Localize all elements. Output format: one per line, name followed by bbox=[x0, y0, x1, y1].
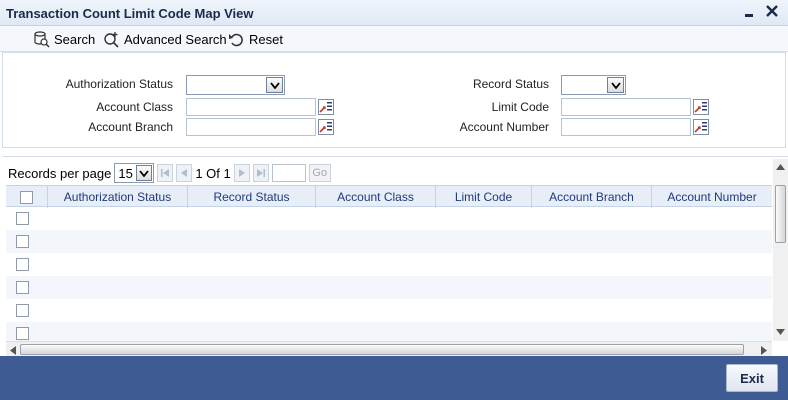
vertical-scroll-thumb[interactable] bbox=[775, 185, 786, 243]
advanced-search-icon bbox=[104, 32, 119, 48]
goto-page-input[interactable] bbox=[271, 164, 306, 182]
row-checkbox[interactable] bbox=[16, 304, 29, 317]
horizontal-scroll-thumb[interactable] bbox=[20, 344, 744, 355]
reset-icon bbox=[229, 33, 243, 46]
row-checkbox[interactable] bbox=[16, 212, 29, 225]
last-page-icon bbox=[256, 169, 265, 177]
scroll-right-icon[interactable] bbox=[761, 346, 768, 355]
page-info: 1 Of 1 bbox=[195, 165, 231, 181]
minimize-icon[interactable] bbox=[742, 4, 756, 20]
row-checkbox[interactable] bbox=[16, 258, 29, 271]
column-header[interactable]: Limit Code bbox=[436, 186, 532, 208]
scroll-up-icon[interactable] bbox=[776, 163, 785, 170]
select-all-cell bbox=[6, 186, 48, 208]
table-row bbox=[6, 207, 772, 230]
pager: Records per page 15 1 Of 1 Go bbox=[8, 163, 331, 183]
vertical-scrollbar[interactable] bbox=[773, 159, 788, 341]
first-page-button[interactable] bbox=[157, 164, 174, 182]
lov-list-icon[interactable] bbox=[693, 119, 709, 135]
exit-button[interactable]: Exit bbox=[726, 364, 778, 392]
account-branch-field[interactable] bbox=[186, 118, 316, 136]
footer-bar: Exit bbox=[0, 356, 788, 400]
records-per-page-label: Records per page bbox=[8, 165, 112, 181]
account-class-field[interactable] bbox=[186, 98, 316, 116]
column-header[interactable]: Account Class bbox=[316, 186, 436, 208]
account-class-label: Account Class bbox=[96, 100, 173, 114]
authorization-status-label: Authorization Status bbox=[65, 77, 173, 91]
table-row bbox=[6, 276, 772, 299]
first-page-icon bbox=[161, 169, 170, 177]
account-number-field[interactable] bbox=[561, 118, 691, 136]
horizontal-scrollbar[interactable] bbox=[6, 341, 772, 357]
column-header[interactable]: Authorization Status bbox=[48, 186, 188, 208]
close-icon[interactable] bbox=[764, 2, 780, 20]
chevron-down-icon bbox=[266, 77, 283, 93]
table-row bbox=[6, 299, 772, 322]
column-header[interactable]: Account Branch bbox=[532, 186, 652, 208]
row-checkbox[interactable] bbox=[16, 235, 29, 248]
chevron-down-icon bbox=[607, 77, 624, 93]
limit-code-field[interactable] bbox=[561, 98, 691, 116]
lov-list-icon[interactable] bbox=[693, 99, 709, 115]
last-page-button[interactable] bbox=[252, 164, 269, 182]
row-checkbox[interactable] bbox=[16, 281, 29, 294]
account-number-label: Account Number bbox=[459, 120, 549, 134]
previous-page-icon bbox=[181, 169, 188, 177]
advanced-search-button[interactable]: Advanced Search bbox=[102, 29, 227, 49]
search-label: Search bbox=[54, 31, 96, 47]
select-all-checkbox[interactable] bbox=[20, 190, 33, 204]
previous-page-button[interactable] bbox=[176, 164, 193, 182]
table-header: Authorization Status Record Status Accou… bbox=[6, 185, 772, 208]
record-status-select[interactable] bbox=[561, 75, 626, 95]
row-checkbox[interactable] bbox=[16, 327, 29, 340]
column-header[interactable]: Account Number bbox=[652, 186, 772, 208]
chevron-down-icon bbox=[136, 165, 153, 181]
toolbar: Search Advanced Search Reset bbox=[0, 26, 788, 52]
reset-label: Reset bbox=[249, 31, 283, 47]
authorization-status-select[interactable] bbox=[186, 75, 285, 95]
account-branch-label: Account Branch bbox=[88, 120, 173, 134]
lov-list-icon[interactable] bbox=[318, 99, 334, 115]
table-row bbox=[6, 230, 772, 253]
lov-list-icon[interactable] bbox=[318, 119, 334, 135]
go-button[interactable]: Go bbox=[308, 164, 331, 182]
records-per-page-select[interactable]: 15 bbox=[114, 163, 155, 183]
reset-button[interactable]: Reset bbox=[228, 29, 283, 49]
search-button[interactable]: Search bbox=[32, 29, 95, 49]
search-form: Authorization Status Record Status Accou… bbox=[2, 52, 786, 148]
window-title: Transaction Count Limit Code Map View bbox=[6, 6, 254, 21]
scroll-left-icon[interactable] bbox=[9, 346, 16, 355]
column-header[interactable]: Record Status bbox=[188, 186, 316, 208]
scroll-down-icon[interactable] bbox=[776, 329, 785, 336]
results-grid: Records per page 15 1 Of 1 Go Authorizat… bbox=[2, 156, 788, 357]
table-row bbox=[6, 322, 772, 341]
next-page-icon bbox=[238, 169, 245, 177]
table-row bbox=[6, 253, 772, 276]
record-status-label: Record Status bbox=[472, 77, 549, 91]
limit-code-label: Limit Code bbox=[491, 100, 549, 114]
next-page-button[interactable] bbox=[233, 164, 250, 182]
records-per-page-value: 15 bbox=[118, 165, 133, 181]
title-bar: Transaction Count Limit Code Map View bbox=[0, 0, 788, 26]
advanced-search-label: Advanced Search bbox=[124, 31, 227, 47]
search-icon bbox=[34, 31, 50, 48]
